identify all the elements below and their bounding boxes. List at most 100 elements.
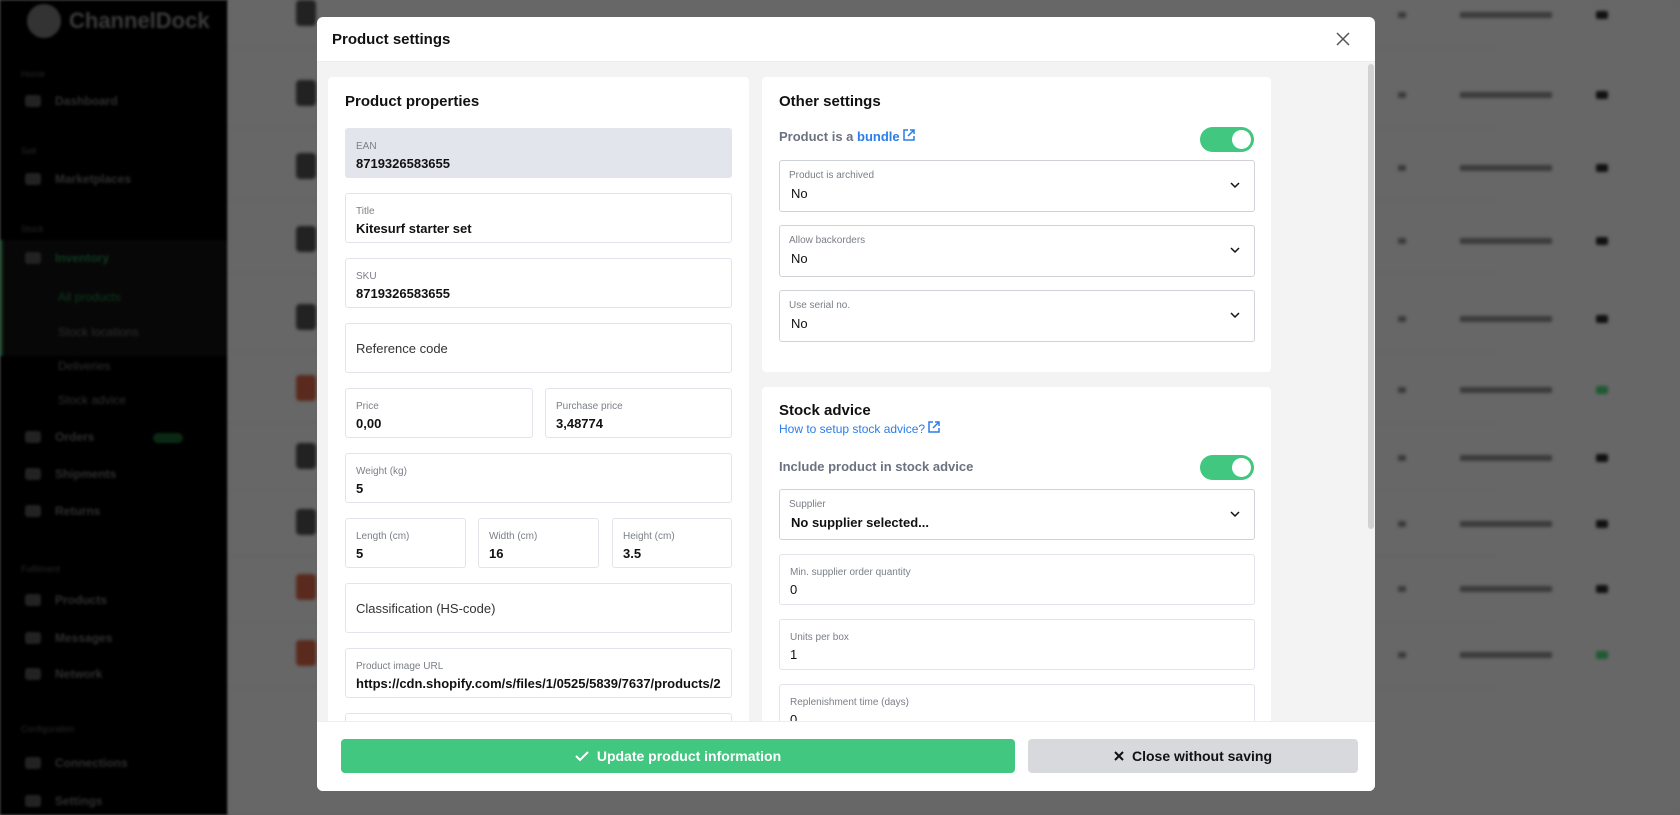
tag-icon: [1596, 164, 1608, 172]
sidebar-item-returns[interactable]: Returns: [55, 504, 100, 518]
include-stock-advice-label: Include product in stock advice: [779, 459, 974, 474]
shipments-icon: [25, 468, 41, 480]
length-input[interactable]: Length (cm) 5: [345, 518, 466, 568]
ean-field: EAN 8719326583655: [345, 128, 732, 178]
height-input[interactable]: Height (cm) 3.5: [612, 518, 732, 568]
table-cell: [1460, 316, 1552, 322]
stock-advice-card: Stock advice How to setup stock advice? …: [762, 387, 1271, 721]
table-cell: [1398, 12, 1406, 18]
units-per-box-input[interactable]: Units per box 1: [779, 619, 1255, 670]
table-cell: [1460, 586, 1552, 592]
field-value: 3.5: [623, 546, 642, 561]
table-cell: [1398, 521, 1406, 527]
field-value: No: [791, 316, 808, 331]
modal-footer: Update product information Close without…: [317, 721, 1375, 791]
sidebar-item-all-products[interactable]: All products: [58, 290, 121, 304]
check-icon: [575, 751, 589, 762]
section-label: Sell: [21, 146, 37, 156]
field-value: Kitesurf starter set: [356, 221, 472, 236]
sidebar-item-dashboard[interactable]: Dashboard: [55, 94, 118, 108]
connections-icon: [25, 757, 41, 769]
sidebar-item-orders[interactable]: Orders: [55, 430, 94, 444]
field-value: 0,00: [356, 416, 382, 431]
product-thumbnail: [296, 509, 316, 535]
table-cell: [1398, 586, 1406, 592]
sidebar-item-marketplaces[interactable]: Marketplaces: [55, 172, 131, 186]
min-order-quantity-input[interactable]: Min. supplier order quantity 0: [779, 554, 1255, 605]
width-input[interactable]: Width (cm) 16: [478, 518, 599, 568]
table-cell: [1460, 387, 1552, 393]
sidebar-item-deliveries[interactable]: Deliveries: [58, 359, 111, 373]
sidebar-item-messages[interactable]: Messages: [55, 631, 112, 645]
supplier-select[interactable]: Supplier No supplier selected...: [779, 489, 1255, 540]
field-label: Replenishment time (days): [790, 697, 909, 708]
close-icon[interactable]: [1333, 29, 1353, 49]
archived-select[interactable]: Product is archived No: [779, 160, 1255, 212]
messages-icon: [25, 632, 41, 644]
serial-select[interactable]: Use serial no. No: [779, 290, 1255, 342]
network-icon: [25, 668, 41, 680]
update-product-button[interactable]: Update product information: [341, 739, 1015, 773]
replenishment-time-input[interactable]: Replenishment time (days) 0: [779, 684, 1255, 721]
table-cell: [1398, 652, 1406, 658]
field-label: SKU: [356, 271, 377, 282]
bundle-toggle[interactable]: [1200, 127, 1254, 152]
external-link-icon: [903, 129, 916, 141]
product-thumbnail: [296, 443, 316, 469]
classification-input[interactable]: Classification (HS-code): [345, 583, 732, 633]
external-link-icon: [928, 421, 941, 433]
purchase-price-input[interactable]: Purchase price 3,48774: [545, 388, 732, 438]
section-label: Fulfilment: [21, 564, 61, 574]
chevron-down-icon: [1230, 511, 1240, 518]
product-thumbnail: [296, 153, 316, 179]
chevron-down-icon: [1230, 247, 1240, 254]
product-thumbnail: [296, 640, 316, 666]
field-value: https://cdn.shopify.com/s/files/1/0525/5…: [356, 676, 721, 691]
field-placeholder: Classification (HS-code): [356, 601, 496, 616]
sidebar-item-connections[interactable]: Connections: [55, 756, 128, 770]
sidebar-item-settings[interactable]: Settings: [55, 794, 102, 808]
sku-input[interactable]: SKU 8719326583655: [345, 258, 732, 308]
bundle-label: Product is a bundle: [779, 129, 916, 144]
field-label: Length (cm): [356, 531, 410, 542]
field-value: 5: [356, 546, 364, 561]
modal-body: Product properties EAN 8719326583655 Titl…: [317, 62, 1375, 721]
modal-scrollbar[interactable]: [1368, 64, 1374, 529]
sidebar-item-products[interactable]: Products: [55, 593, 107, 607]
price-input[interactable]: Price 0,00: [345, 388, 533, 438]
sidebar-item-inventory[interactable]: Inventory: [55, 251, 109, 265]
reference-code-input[interactable]: Reference code: [345, 323, 732, 373]
tag-icon: [1596, 520, 1608, 528]
field-value: 0: [790, 712, 798, 721]
bundle-link[interactable]: bundle: [857, 129, 900, 144]
product-thumbnail: [296, 574, 316, 600]
field-value: 3,48774: [556, 416, 603, 431]
tag-icon: [1596, 386, 1608, 394]
field-value: 16: [489, 546, 504, 561]
field-value: 1: [790, 647, 798, 662]
table-cell: [1398, 455, 1406, 461]
sidebar-item-shipments[interactable]: Shipments: [55, 467, 116, 481]
title-input[interactable]: Title Kitesurf starter set: [345, 193, 732, 243]
sidebar-item-network[interactable]: Network: [55, 667, 102, 681]
field-label: Product image URL: [356, 661, 444, 672]
next-field[interactable]: [345, 713, 732, 721]
sidebar-item-stock-advice[interactable]: Stock advice: [58, 393, 126, 407]
chevron-down-icon: [1230, 182, 1240, 189]
table-cell: [1460, 521, 1552, 527]
field-value: 8719326583655: [356, 156, 450, 171]
image-url-input[interactable]: Product image URL https://cdn.shopify.com…: [345, 648, 732, 698]
field-label: Weight (kg): [356, 466, 407, 477]
field-label: Allow backorders: [789, 235, 866, 246]
sidebar: ChannelDock Home Dashboard Sell Marketpl…: [0, 0, 228, 815]
returns-icon: [25, 505, 41, 517]
sidebar-item-stock-locations[interactable]: Stock locations: [58, 325, 139, 339]
include-stock-advice-toggle[interactable]: [1200, 455, 1254, 480]
stock-advice-help-link[interactable]: How to setup stock advice?: [779, 421, 941, 436]
card-title: Product properties: [345, 93, 480, 110]
weight-input[interactable]: Weight (kg) 5: [345, 453, 732, 503]
close-without-saving-button[interactable]: Close without saving: [1028, 739, 1358, 773]
section-label: Stock: [21, 224, 44, 234]
backorders-select[interactable]: Allow backorders No: [779, 225, 1255, 277]
section-label: Configuration: [21, 724, 75, 734]
